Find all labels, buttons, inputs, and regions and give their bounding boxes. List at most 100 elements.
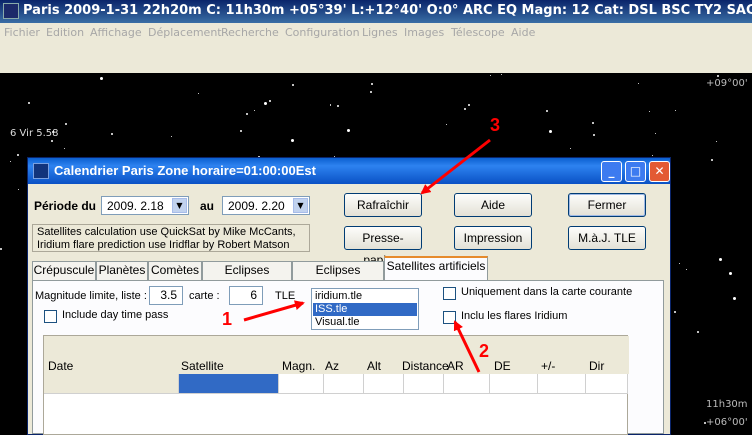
col-dir[interactable]: Dir — [589, 359, 604, 373]
star-dot — [464, 108, 466, 110]
clipboard-button[interactable]: Presse-papiers — [344, 226, 422, 267]
grid-cell[interactable] — [490, 374, 538, 394]
star-dot — [501, 74, 502, 75]
close-icon[interactable]: ✕ — [649, 161, 670, 182]
grid-cell[interactable] — [404, 374, 444, 394]
star-dot — [490, 75, 491, 76]
star-dot — [52, 131, 54, 133]
grid-cell[interactable] — [279, 374, 324, 394]
grid-selected-cell[interactable] — [179, 374, 279, 394]
grid-cell[interactable] — [324, 374, 364, 394]
star-dot — [17, 154, 19, 156]
star-dot — [593, 134, 595, 136]
col-distance[interactable]: Distance — [402, 359, 449, 373]
dialog-title: Calendrier Paris Zone horaire=01:00:00Es… — [54, 163, 316, 178]
star-dot — [100, 77, 103, 80]
grid-cell[interactable] — [538, 374, 586, 394]
menu-telescope[interactable]: Télescope — [451, 26, 505, 39]
grid-cell[interactable] — [444, 374, 490, 394]
tab-planetes[interactable]: Planètes — [96, 261, 148, 280]
star-dot — [704, 422, 706, 424]
tab-cometes[interactable]: Comètes — [148, 261, 202, 280]
star-dot — [254, 110, 255, 111]
chevron-down-icon[interactable]: ▼ — [172, 198, 187, 213]
close-button[interactable]: Fermer — [568, 193, 646, 217]
menu-affichage[interactable]: Affichage — [90, 26, 142, 39]
only-current-map-checkbox[interactable] — [443, 287, 456, 300]
info-line-1: Satellites calculation use QuickSat by M… — [37, 226, 296, 238]
menu-configuration[interactable]: Configuration — [285, 26, 360, 39]
tab-crepuscule[interactable]: Crépuscule — [32, 261, 96, 280]
star-dot — [446, 124, 447, 125]
star-dot — [719, 258, 722, 261]
list-item[interactable]: Visual.tle — [313, 316, 417, 329]
star-dot — [717, 75, 719, 77]
map-label: carte : — [189, 290, 220, 302]
menu-images[interactable]: Images — [404, 26, 444, 39]
star-dot — [246, 113, 248, 115]
minimize-icon[interactable]: _ — [601, 161, 622, 182]
star-dot — [171, 136, 172, 137]
period-label: Période du — [34, 199, 97, 213]
star-dot — [549, 130, 552, 133]
tab-satellites[interactable]: Satellites artificiels — [384, 256, 488, 281]
col-de[interactable]: DE — [494, 359, 511, 373]
info-line-2: Iridium flare prediction use Iridflar by… — [37, 239, 290, 251]
coord-label-bottom: +06°00' — [706, 417, 748, 428]
star-dot — [292, 84, 294, 86]
star-dot — [269, 100, 271, 102]
chevron-down-icon[interactable]: ▼ — [293, 198, 308, 213]
update-tle-button[interactable]: M.à.J. TLE — [568, 226, 646, 250]
tle-label: TLE — [275, 290, 296, 302]
main-window-title: Paris 2009-1-31 22h20m C: 11h30m +05°39'… — [23, 3, 752, 18]
include-iridium-label: Inclu les flares Iridium — [461, 310, 568, 322]
list-item-selected[interactable]: ISS.tle — [313, 303, 417, 316]
col-plusminus[interactable]: +/- — [541, 359, 555, 373]
star-dot — [51, 140, 53, 142]
date-from-picker[interactable]: 2009. 2.18 ▼ — [101, 196, 189, 215]
star-dot — [347, 129, 350, 132]
results-grid[interactable]: Date Satellite Magn. Az Alt Distance AR … — [43, 335, 629, 435]
mag-list-input[interactable]: 3.5 — [149, 286, 183, 305]
tab-eclipses-lunaires[interactable]: Eclipses Lunaires — [292, 261, 384, 294]
star-dot — [330, 105, 331, 106]
col-alt[interactable]: Alt — [367, 359, 381, 373]
star-dot — [546, 110, 548, 112]
menu-lignes[interactable]: Lignes — [362, 26, 398, 39]
refresh-button[interactable]: Rafraîchir — [344, 193, 422, 217]
star-dot — [198, 93, 199, 94]
print-button[interactable]: Impression — [454, 226, 532, 250]
menu-recherche[interactable]: Recherche — [221, 26, 279, 39]
star-dot — [468, 104, 470, 106]
tab-eclipses-solaires[interactable]: Eclipses Solaires — [202, 261, 292, 294]
col-az[interactable]: Az — [325, 359, 339, 373]
main-title-bar: Paris 2009-1-31 22h20m C: 11h30m +05°39'… — [0, 0, 752, 23]
menu-fichier[interactable]: Fichier — [4, 26, 40, 39]
grid-cell[interactable] — [364, 374, 404, 394]
date-to-picker[interactable]: 2009. 2.20 ▼ — [222, 196, 310, 215]
include-daytime-checkbox[interactable] — [44, 310, 57, 323]
include-daytime-label: Include day time pass — [62, 309, 169, 321]
tle-file-list[interactable]: iridium.tle ISS.tle Visual.tle — [311, 288, 419, 330]
list-item[interactable]: iridium.tle — [313, 290, 417, 303]
date-to-value: 2009. 2.20 — [228, 199, 285, 213]
col-date[interactable]: Date — [48, 359, 73, 373]
help-button[interactable]: Aide — [454, 193, 532, 217]
mag-map-input[interactable]: 6 — [229, 286, 263, 305]
star-dot — [655, 133, 656, 134]
include-iridium-checkbox[interactable] — [443, 311, 456, 324]
grid-cell[interactable] — [586, 374, 628, 394]
col-ar[interactable]: AR — [447, 359, 464, 373]
star-dot — [652, 155, 653, 156]
info-box: Satellites calculation use QuickSat by M… — [32, 224, 310, 252]
menu-edition[interactable]: Edition — [46, 26, 84, 39]
menu-aide[interactable]: Aide — [511, 26, 535, 39]
star-dot — [716, 141, 717, 142]
col-magn[interactable]: Magn. — [282, 359, 315, 373]
date-from-value: 2009. 2.18 — [107, 199, 164, 213]
star-dot — [697, 331, 699, 333]
maximize-icon[interactable]: □ — [625, 161, 646, 182]
col-satellite[interactable]: Satellite — [181, 359, 224, 373]
coord-label-ra: 11h30m — [706, 399, 748, 410]
menu-deplacement[interactable]: Déplacement — [148, 26, 222, 39]
